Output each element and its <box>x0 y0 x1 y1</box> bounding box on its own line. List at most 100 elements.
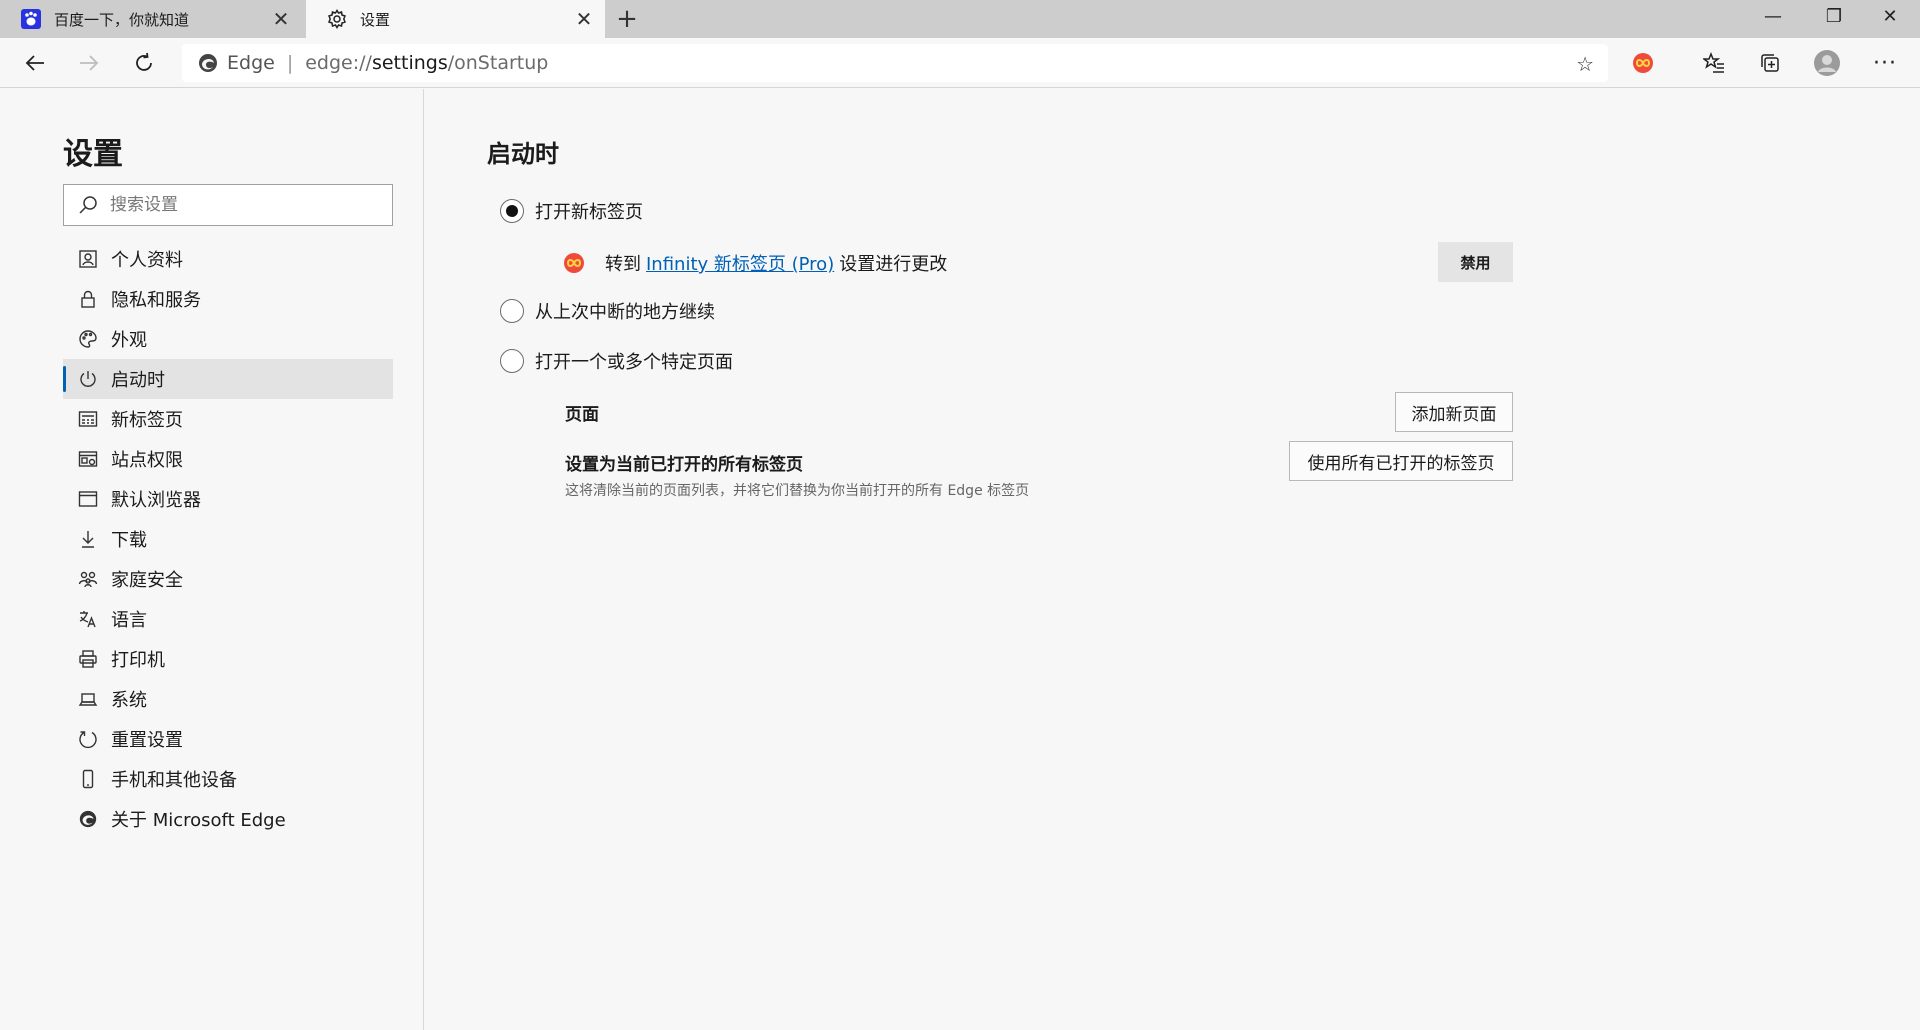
toolbar: Edge | edge://settings/onStartup ☆ ··· <box>0 38 1920 88</box>
sidebar-item-about[interactable]: 关于 Microsoft Edge <box>63 799 393 839</box>
sidebar-item-label: 语言 <box>111 610 147 631</box>
sidebar-item-site-permissions[interactable]: 站点权限 <box>63 439 393 479</box>
sidebar-nav: 个人资料 隐私和服务 外观 启动时 新标签页 站点权限 默认浏览器 下载 家庭安… <box>63 239 393 839</box>
infinity-extension-icon <box>564 253 584 273</box>
disable-extension-button[interactable]: 禁用 <box>1438 242 1513 282</box>
favorites-button[interactable] <box>1695 44 1733 82</box>
extension-notice: 转到 Infinity 新标签页 (Pro) 设置进行更改 <box>563 248 947 278</box>
sidebar-item-privacy[interactable]: 隐私和服务 <box>63 279 393 319</box>
close-tab-icon[interactable]: ✕ <box>569 4 599 34</box>
family-icon <box>77 568 99 590</box>
sidebar-item-downloads[interactable]: 下载 <box>63 519 393 559</box>
collections-button[interactable] <box>1751 44 1789 82</box>
radio-unselected[interactable] <box>500 349 524 373</box>
tab-settings[interactable]: 设置 ✕ <box>306 0 605 38</box>
set-current-tabs-description: 这将清除当前的页面列表，并将它们替换为你当前打开的所有 Edge 标签页 <box>565 483 1030 499</box>
download-icon <box>77 528 99 550</box>
close-tab-icon[interactable]: ✕ <box>266 4 296 34</box>
site-permissions-icon <box>77 448 99 470</box>
infinity-extension-button[interactable] <box>1624 44 1662 82</box>
close-window-button[interactable]: ✕ <box>1862 0 1918 32</box>
baidu-paw-icon <box>20 8 42 30</box>
sidebar-item-label: 关于 Microsoft Edge <box>111 810 286 831</box>
option-label: 打开一个或多个特定页面 <box>535 352 733 373</box>
search-icon <box>79 196 97 214</box>
sidebar-item-languages[interactable]: 语言 <box>63 599 393 639</box>
refresh-button[interactable] <box>125 44 163 82</box>
language-icon <box>77 608 99 630</box>
restore-button[interactable]: ❐ <box>1806 0 1862 32</box>
sidebar-item-new-tab[interactable]: 新标签页 <box>63 399 393 439</box>
address-brand: Edge <box>227 52 275 74</box>
favorite-star-icon[interactable]: ☆ <box>1576 52 1594 76</box>
lock-icon <box>77 288 99 310</box>
forward-arrow-icon <box>80 55 99 71</box>
edge-logo-icon <box>199 54 217 72</box>
printer-icon <box>77 648 99 670</box>
edge-logo-icon <box>77 808 99 830</box>
sidebar-item-startup[interactable]: 启动时 <box>63 359 393 399</box>
avatar-icon <box>1814 50 1840 76</box>
url-path: /onStartup <box>447 52 549 74</box>
search-input[interactable] <box>110 195 370 215</box>
sidebar-item-label: 默认浏览器 <box>111 490 201 511</box>
reset-icon <box>77 728 99 750</box>
sidebar-item-label: 隐私和服务 <box>111 290 201 311</box>
notice-suffix: 设置进行更改 <box>839 254 948 275</box>
palette-icon <box>77 328 99 350</box>
sidebar-item-profile[interactable]: 个人资料 <box>63 239 393 279</box>
sidebar-item-label: 外观 <box>111 330 147 351</box>
profile-icon <box>77 248 99 270</box>
sidebar-item-printers[interactable]: 打印机 <box>63 639 393 679</box>
radio-unselected[interactable] <box>500 299 524 323</box>
back-button[interactable] <box>16 44 54 82</box>
tab-baidu[interactable]: 百度一下，你就知道 ✕ <box>0 0 302 38</box>
sidebar-item-reset[interactable]: 重置设置 <box>63 719 393 759</box>
option-label: 从上次中断的地方继续 <box>535 302 715 323</box>
sidebar-item-label: 站点权限 <box>111 450 183 471</box>
option-label: 打开新标签页 <box>535 202 643 223</box>
settings-sidebar: 设置 个人资料 隐私和服务 外观 启动时 新标签页 站点权限 <box>0 89 424 1030</box>
forward-button[interactable] <box>70 44 108 82</box>
option-continue-where-left[interactable]: 从上次中断的地方继续 <box>500 296 715 326</box>
more-menu-button[interactable]: ··· <box>1866 44 1904 82</box>
set-current-tabs-label: 设置为当前已打开的所有标签页 <box>565 455 803 475</box>
phone-icon <box>77 768 99 790</box>
option-open-specific-pages[interactable]: 打开一个或多个特定页面 <box>500 346 733 376</box>
infinity-extension-icon <box>1633 53 1653 73</box>
new-tab-button[interactable]: + <box>612 4 642 34</box>
sidebar-item-system[interactable]: 系统 <box>63 679 393 719</box>
sidebar-item-label: 个人资料 <box>111 250 183 271</box>
gear-icon <box>326 8 348 30</box>
sidebar-item-label: 家庭安全 <box>111 570 183 591</box>
back-arrow-icon <box>25 55 44 71</box>
add-new-page-button[interactable]: 添加新页面 <box>1395 392 1513 432</box>
power-icon <box>77 368 99 390</box>
extension-link[interactable]: Infinity 新标签页 (Pro) <box>646 250 834 276</box>
favorites-list-icon <box>1703 52 1724 73</box>
sidebar-item-label: 打印机 <box>111 650 165 671</box>
use-all-open-tabs-button[interactable]: 使用所有已打开的标签页 <box>1289 441 1513 481</box>
collections-icon <box>1761 54 1779 72</box>
radio-selected[interactable] <box>500 199 524 223</box>
sidebar-item-label: 下载 <box>111 530 147 551</box>
sidebar-item-appearance[interactable]: 外观 <box>63 319 393 359</box>
sidebar-item-label: 启动时 <box>111 370 165 391</box>
page-title: 启动时 <box>487 140 559 168</box>
system-icon <box>77 688 99 710</box>
sidebar-item-label: 新标签页 <box>111 410 183 431</box>
sidebar-item-phone-devices[interactable]: 手机和其他设备 <box>63 759 393 799</box>
newtab-icon <box>77 408 99 430</box>
settings-content: 启动时 打开新标签页 转到 Infinity 新标签页 (Pro) 设置进行更改… <box>425 89 1920 1030</box>
tab-title: 设置 <box>360 10 391 29</box>
sidebar-item-family-safety[interactable]: 家庭安全 <box>63 559 393 599</box>
profile-button[interactable] <box>1808 44 1846 82</box>
address-bar[interactable]: Edge | edge://settings/onStartup ☆ <box>182 44 1608 82</box>
sidebar-item-label: 手机和其他设备 <box>111 770 237 791</box>
search-box[interactable] <box>63 184 393 226</box>
option-open-new-tab[interactable]: 打开新标签页 <box>500 196 643 226</box>
minimize-button[interactable]: — <box>1745 0 1801 32</box>
url-scheme: edge:// <box>305 52 372 74</box>
url-host: settings <box>371 52 448 74</box>
sidebar-item-default-browser[interactable]: 默认浏览器 <box>63 479 393 519</box>
